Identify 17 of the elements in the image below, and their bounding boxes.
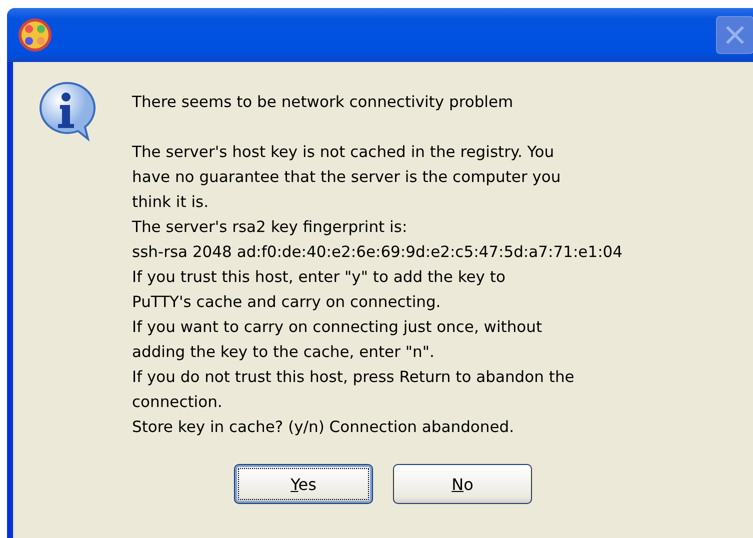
message-line: Store key in cache? (y/n) Connection abandoned. — [132, 417, 516, 438]
dialog-button[interactable]: No — [393, 464, 532, 504]
message-line: adding the key to the cache, enter "n". — [132, 342, 436, 363]
close-icon — [724, 24, 746, 46]
message-line: The server's rsa2 key fingerprint is: — [132, 217, 408, 238]
message-line: connection. — [132, 392, 224, 413]
app-icon — [17, 17, 53, 53]
message-line: If you want to carry on connecting just once, without — [132, 317, 544, 338]
dialog-heading: There seems to be network connectivity problem — [132, 92, 514, 113]
message-line: ssh-rsa 2048 ad:f0:de:40:e2:6e:69:9d:e2:c5:47:5d:a7:71:e1:04 — [132, 242, 623, 263]
message-line: have no guarantee that the server is the computer you — [132, 167, 562, 188]
message-line: If you do not trust this host, press Return to abandon the — [132, 367, 576, 388]
message-line: The server's host key is not cached in the registry. You — [132, 142, 556, 163]
message-line: If you trust this host, enter "y" to add the key to — [132, 267, 506, 288]
message-line: think it is. — [132, 192, 210, 213]
message-line: PuTTY's cache and carry on connecting. — [132, 292, 442, 313]
dialog-button[interactable]: Yes — [234, 464, 373, 504]
